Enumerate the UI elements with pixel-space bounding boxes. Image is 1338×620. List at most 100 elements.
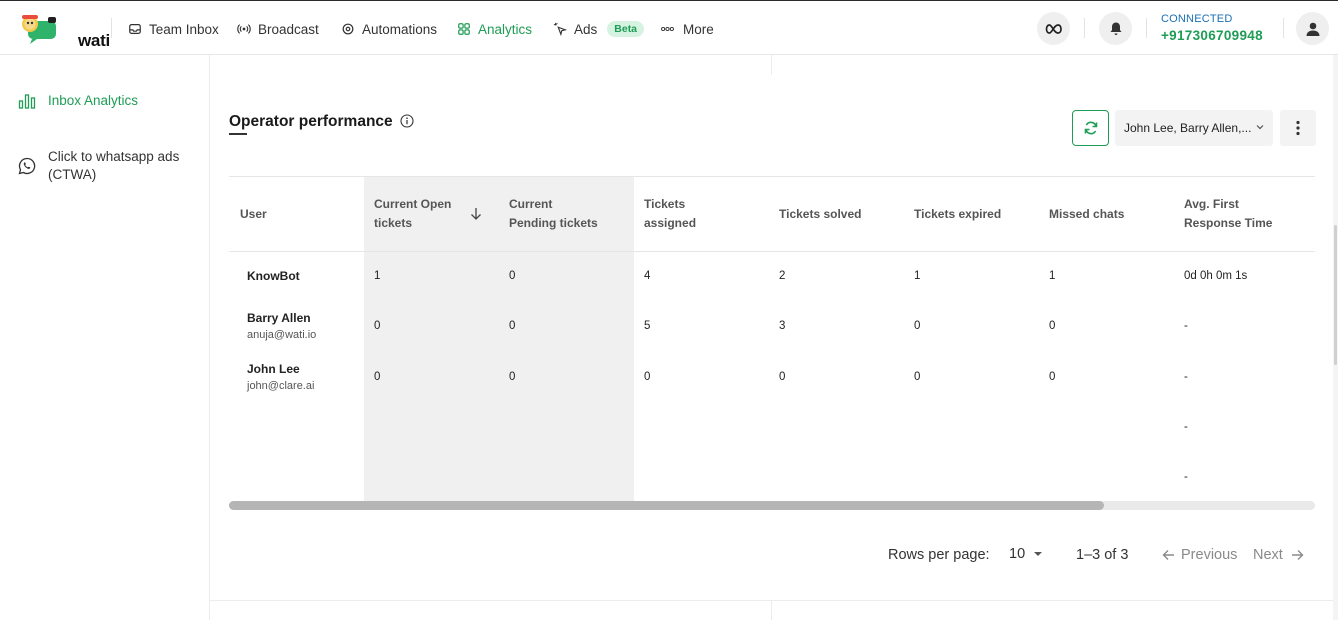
chevron-down-icon: [1256, 125, 1264, 130]
column-header-label: Pending tickets: [509, 216, 598, 230]
user-name: John Lee: [247, 362, 300, 376]
meta-button[interactable]: [1037, 12, 1070, 45]
cell-tickets-expired: 1: [914, 270, 921, 282]
column-header-label: Current Open: [374, 197, 452, 211]
column-header-current-open[interactable]: Current Open tickets: [374, 195, 451, 233]
column-header-label: tickets: [374, 216, 413, 230]
sidebar-item-label: Click to whatsapp ads: [48, 149, 180, 164]
profile-button[interactable]: [1296, 12, 1329, 45]
beta-badge: Beta: [607, 21, 645, 37]
brand-name: wati: [78, 31, 110, 50]
cell-avg-first-response: -: [1184, 421, 1188, 433]
cell-avg-first-response: -: [1184, 320, 1188, 332]
analytics-icon: [458, 23, 470, 35]
nav-divider: [1084, 18, 1085, 38]
refresh-button[interactable]: [1072, 110, 1109, 146]
column-header-label: Current: [509, 197, 553, 211]
column-header-tickets-expired[interactable]: Tickets expired: [914, 205, 1001, 224]
column-header-label: Tickets: [644, 197, 686, 211]
nav-more[interactable]: More: [659, 20, 714, 38]
pagination-range: 1–3 of 3: [1076, 547, 1129, 563]
user-name: Barry Allen: [247, 311, 311, 325]
top-navigation: wati Team Inbox Broadcast Automations An…: [0, 0, 1338, 55]
cell-tickets-assigned: 0: [644, 371, 651, 383]
sidebar-item-inbox-analytics[interactable]: Inbox Analytics: [18, 92, 138, 110]
column-header-tickets-solved[interactable]: Tickets solved: [779, 205, 862, 224]
connection-status: CONNECTED: [1161, 13, 1233, 25]
sidebar-item-label: Inbox Analytics: [48, 93, 139, 108]
arrow-right-icon: [1291, 550, 1304, 560]
column-header-user[interactable]: User: [240, 205, 267, 224]
meta-infinity-icon: [1045, 23, 1062, 34]
title-underline: [229, 133, 247, 135]
column-header-current-pending[interactable]: Current Pending tickets: [509, 195, 598, 233]
cell-current-pending: 0: [509, 270, 516, 282]
cell-current-open: 0: [374, 320, 381, 332]
user-filter-value: John Lee, Barry Allen,...: [1124, 121, 1252, 135]
column-header-missed-chats[interactable]: Missed chats: [1049, 205, 1124, 224]
more-options-button[interactable]: [1280, 110, 1316, 146]
bar-chart-icon: [18, 94, 36, 109]
cell-tickets-assigned: 5: [644, 320, 651, 332]
column-header-label: assigned: [644, 216, 697, 230]
more-dots-icon: [661, 26, 674, 32]
rows-per-page-value: 10: [1009, 546, 1026, 562]
sort-descending-icon[interactable]: [470, 207, 482, 221]
column-header-label: Tickets solved: [779, 207, 862, 221]
notifications-button[interactable]: [1099, 12, 1132, 45]
rows-per-page-label: Rows per page:: [888, 547, 990, 563]
info-icon[interactable]: [400, 114, 414, 128]
nav-analytics-label: Analytics: [478, 21, 533, 37]
nav-divider: [1283, 18, 1284, 38]
cell-missed-chats: 0: [1049, 371, 1056, 383]
cell-tickets-solved: 0: [779, 371, 786, 383]
nav-automations[interactable]: Automations: [341, 20, 437, 38]
cell-tickets-assigned: 4: [644, 270, 651, 282]
cell-missed-chats: 0: [1049, 320, 1056, 332]
cell-current-open: 1: [374, 270, 381, 282]
broadcast-icon: [237, 24, 251, 34]
cell-tickets-expired: 0: [914, 320, 921, 332]
next-page-button[interactable]: Next: [1253, 547, 1304, 563]
column-header-tickets-assigned[interactable]: Tickets assigned: [644, 195, 696, 233]
arrow-left-icon: [1162, 550, 1174, 560]
horizontal-scrollbar-thumb[interactable]: [229, 501, 1104, 510]
cell-tickets-solved: 3: [779, 320, 786, 332]
caret-down-icon: [1034, 552, 1043, 556]
cell-avg-first-response: 0d 0h 0m 1s: [1184, 270, 1248, 282]
nav-broadcast-label: Broadcast: [258, 21, 319, 37]
nav-team-inbox[interactable]: Team Inbox: [128, 20, 219, 38]
page-scrollbar-thumb[interactable]: [1334, 225, 1337, 365]
header-divider: [229, 251, 1315, 252]
cell-avg-first-response: -: [1184, 371, 1188, 383]
column-header-avg-first-response[interactable]: Avg. First Response Time: [1184, 195, 1272, 233]
ads-cursor-icon: [553, 22, 567, 36]
nav-ads[interactable]: Ads Beta: [553, 20, 645, 38]
user-name: KnowBot: [247, 269, 300, 283]
nav-broadcast[interactable]: Broadcast: [237, 20, 319, 38]
previous-page-button[interactable]: Previous: [1162, 547, 1237, 563]
user-filter-select[interactable]: John Lee, Barry Allen,...: [1115, 110, 1273, 146]
connected-phone: +917306709948: [1161, 28, 1263, 43]
bell-icon: [1110, 22, 1121, 35]
automations-icon: [342, 23, 354, 35]
user-email: john@clare.ai: [247, 380, 315, 392]
user-avatar-icon: [1306, 22, 1319, 36]
cell-tickets-solved: 2: [779, 270, 786, 282]
card-divider: [771, 600, 772, 620]
sidebar-item-text: Click to whatsapp ads (CTWA): [48, 148, 179, 184]
nav-analytics[interactable]: Analytics: [457, 20, 532, 38]
cell-tickets-expired: 0: [914, 371, 921, 383]
refresh-icon: [1084, 121, 1097, 135]
sidebar-item-ctwa[interactable]: Click to whatsapp ads (CTWA): [18, 148, 179, 184]
rows-per-page-select[interactable]: 10: [1009, 546, 1043, 562]
card-divider: [771, 55, 772, 75]
section-title: Operator performance: [229, 113, 393, 130]
user-email: anuja@wati.io: [247, 329, 317, 341]
cell-current-pending: 0: [509, 320, 516, 332]
nav-team-inbox-label: Team Inbox: [149, 21, 219, 37]
cell-avg-first-response: -: [1184, 471, 1188, 483]
next-label: Next: [1253, 547, 1283, 563]
wati-logo[interactable]: wati: [18, 13, 110, 50]
operator-performance-table: User Current Open tickets Current Pending …: [229, 176, 1315, 501]
